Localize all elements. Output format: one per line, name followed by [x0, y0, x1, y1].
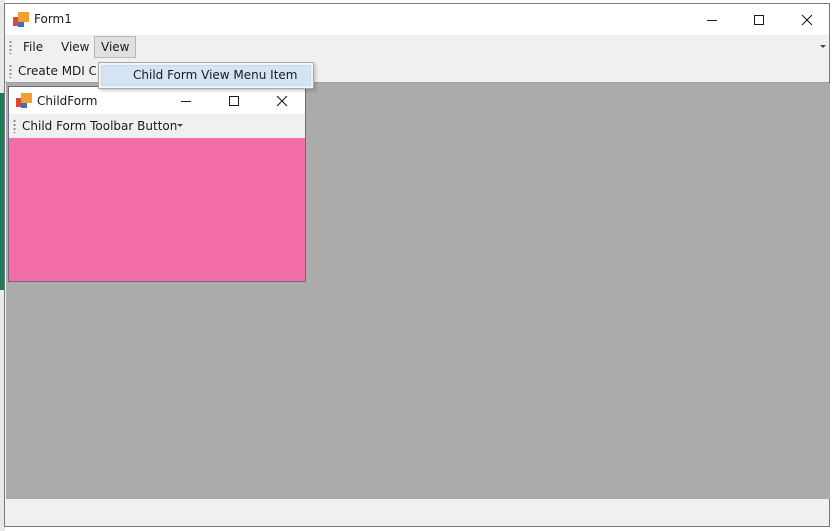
- maximize-icon: [229, 95, 239, 106]
- grip-icon[interactable]: [9, 40, 12, 54]
- create-mdi-child-button[interactable]: Create MDI Child: [18, 60, 96, 82]
- minimize-button[interactable]: [689, 4, 735, 35]
- child-title-bar[interactable]: ChildForm: [9, 87, 305, 114]
- menu-bar: File View View: [5, 35, 829, 59]
- view-menu-dropdown: Child Form View Menu Item: [98, 62, 314, 89]
- window-title: Form1: [34, 12, 72, 26]
- close-icon: [801, 14, 813, 25]
- child-form-view-menu-item[interactable]: Child Form View Menu Item: [101, 65, 311, 86]
- app-icon: [16, 93, 32, 109]
- close-icon: [276, 95, 288, 106]
- maximize-button[interactable]: [736, 4, 782, 35]
- child-form-window: ChildForm Child Form Toolbar Button: [8, 86, 306, 282]
- child-form-body: [9, 138, 305, 281]
- close-button[interactable]: [784, 4, 830, 35]
- child-minimize-button[interactable]: [162, 87, 210, 114]
- maximize-icon: [754, 14, 764, 25]
- overflow-chevron-icon[interactable]: [820, 45, 826, 48]
- child-toolbar: Child Form Toolbar Button: [9, 114, 305, 138]
- child-window-title: ChildForm: [37, 94, 98, 108]
- status-bar: [5, 499, 829, 526]
- minimize-icon: [707, 19, 717, 21]
- menu-view[interactable]: View: [55, 36, 95, 58]
- menu-view-open[interactable]: View: [94, 36, 137, 58]
- child-form-toolbar-button[interactable]: Child Form Toolbar Button: [22, 115, 177, 137]
- menu-file[interactable]: File: [17, 36, 49, 58]
- title-bar[interactable]: Form1: [5, 4, 829, 35]
- child-maximize-button[interactable]: [210, 87, 258, 114]
- app-icon: [13, 12, 29, 28]
- grip-icon[interactable]: [9, 64, 12, 78]
- minimize-icon: [181, 100, 191, 102]
- mdi-client-area: ChildForm Child Form Toolbar Button: [6, 83, 830, 499]
- chevron-down-icon[interactable]: [177, 124, 183, 127]
- child-close-button[interactable]: [258, 87, 306, 114]
- main-window: Form1 File View View Create MDI Child Ch…: [4, 3, 830, 527]
- grip-icon[interactable]: [13, 119, 16, 133]
